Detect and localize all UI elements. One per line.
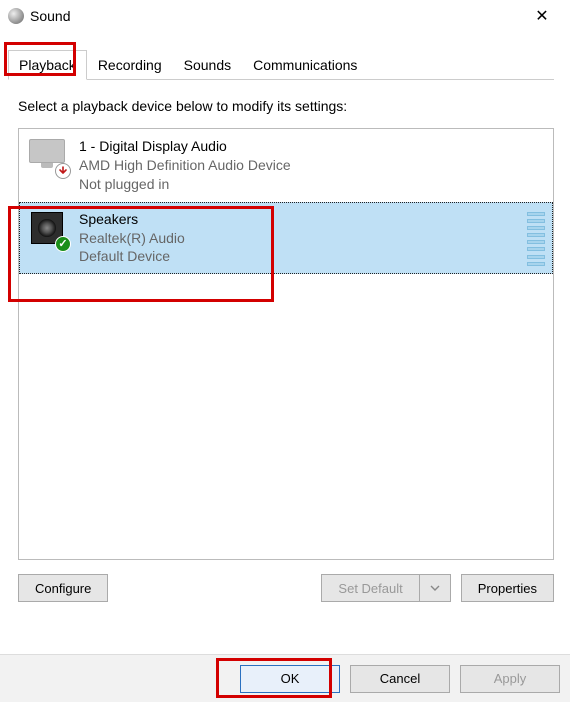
- device-driver: Realtek(R) Audio: [79, 229, 185, 248]
- ok-button[interactable]: OK: [240, 665, 340, 693]
- device-driver: AMD High Definition Audio Device: [79, 156, 291, 175]
- close-button[interactable]: ✕: [522, 2, 562, 30]
- device-name: Speakers: [79, 210, 185, 229]
- device-list[interactable]: 1 - Digital Display Audio AMD High Defin…: [18, 128, 554, 560]
- volume-meter: [527, 212, 545, 266]
- properties-button[interactable]: Properties: [461, 574, 554, 602]
- tab-sounds[interactable]: Sounds: [173, 50, 242, 80]
- dialog-button-bar: OK Cancel Apply: [0, 654, 570, 702]
- not-plugged-in-icon: [55, 163, 71, 179]
- chevron-down-icon: [430, 585, 440, 591]
- device-status: Default Device: [79, 247, 185, 266]
- configure-button[interactable]: Configure: [18, 574, 108, 602]
- default-device-icon: ✓: [55, 236, 71, 252]
- device-speakers[interactable]: ✓ Speakers Realtek(R) Audio Default Devi…: [19, 202, 553, 275]
- sound-icon: [8, 8, 24, 24]
- window-title: Sound: [30, 8, 522, 24]
- tab-bar: Playback Recording Sounds Communications: [8, 50, 554, 80]
- device-status: Not plugged in: [79, 175, 291, 194]
- monitor-icon: [27, 137, 69, 177]
- tab-communications[interactable]: Communications: [242, 50, 368, 80]
- device-name: 1 - Digital Display Audio: [79, 137, 291, 156]
- speaker-icon: ✓: [27, 210, 69, 250]
- device-digital-display[interactable]: 1 - Digital Display Audio AMD High Defin…: [19, 129, 553, 202]
- apply-button[interactable]: Apply: [460, 665, 560, 693]
- cancel-button[interactable]: Cancel: [350, 665, 450, 693]
- titlebar: Sound ✕: [0, 0, 570, 32]
- set-default-button[interactable]: Set Default: [321, 574, 419, 602]
- set-default-dropdown[interactable]: [420, 574, 451, 602]
- tab-playback[interactable]: Playback: [8, 50, 87, 80]
- instruction-text: Select a playback device below to modify…: [18, 98, 554, 114]
- tab-recording[interactable]: Recording: [87, 50, 173, 80]
